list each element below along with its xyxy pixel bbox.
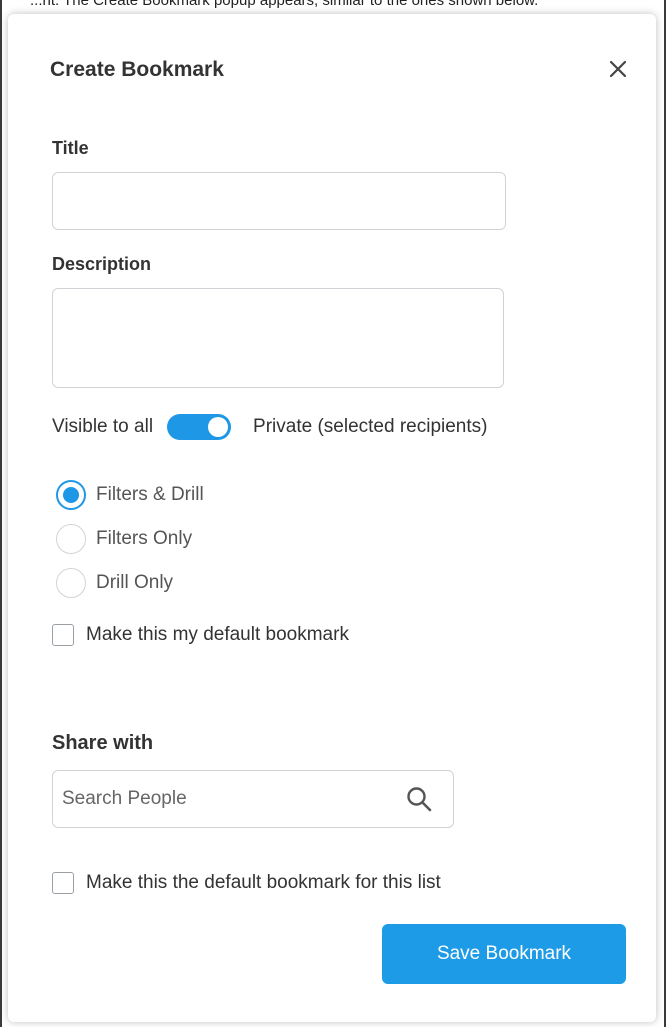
default-bookmark-label: Make this my default bookmark <box>86 624 349 645</box>
private-label: Private (selected recipients) <box>253 416 488 437</box>
radio-button[interactable] <box>56 568 86 598</box>
title-label: Title <box>52 138 89 158</box>
close-button[interactable] <box>606 57 630 81</box>
list-default-label: Make this the default bookmark for this … <box>86 872 441 893</box>
visible-to-all-label: Visible to all <box>52 416 154 437</box>
list-default-checkbox[interactable] <box>52 872 74 894</box>
default-bookmark-checkbox[interactable] <box>52 624 74 646</box>
radio-filters-only[interactable]: Filters Only <box>56 524 192 554</box>
radio-button-checked[interactable] <box>56 480 86 510</box>
search-icon[interactable] <box>405 785 433 813</box>
radio-button[interactable] <box>56 524 86 554</box>
description-label: Description <box>52 254 152 274</box>
save-bookmark-button[interactable]: Save Bookmark <box>382 924 626 984</box>
visibility-row: Visible to all Private (selected recipie… <box>52 412 487 442</box>
list-default-row[interactable]: Make this the default bookmark for this … <box>52 872 441 894</box>
search-people-input[interactable] <box>53 770 405 828</box>
title-input[interactable] <box>52 172 506 230</box>
share-with-label: Share with <box>52 732 154 754</box>
search-people-box <box>52 770 454 828</box>
toggle-knob <box>208 417 229 437</box>
default-bookmark-row[interactable]: Make this my default bookmark <box>52 624 349 646</box>
radio-label: Filters Only <box>96 528 193 549</box>
top-caption: ...nt. The Create Bookmark popup appears… <box>30 0 539 9</box>
create-bookmark-dialog: Create Bookmark Title Description Visibl… <box>8 14 656 1022</box>
radio-filters-drill[interactable]: Filters & Drill <box>56 480 204 510</box>
description-field[interactable] <box>52 288 504 388</box>
frame-left-border <box>0 0 2 1027</box>
radio-label: Drill Only <box>96 572 174 593</box>
radio-drill-only[interactable]: Drill Only <box>56 568 173 598</box>
radio-label: Filters & Drill <box>96 484 204 505</box>
dialog-title: Create Bookmark <box>50 58 224 81</box>
visibility-toggle[interactable] <box>167 414 232 440</box>
close-icon <box>609 60 627 78</box>
